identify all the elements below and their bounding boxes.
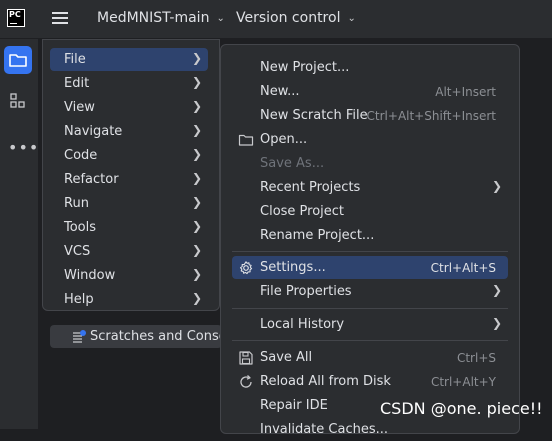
file-menu-recent-projects[interactable]: Recent Projects ❯: [232, 176, 508, 199]
file-submenu-popup: New Project... New... Alt+Insert New Scr…: [220, 44, 520, 437]
chevron-right-icon: ❯: [191, 171, 202, 185]
tool-window-bar: •••: [0, 39, 39, 429]
chevron-right-icon: ❯: [191, 291, 202, 305]
shortcut-label: Alt+Insert: [435, 85, 496, 99]
chevron-right-icon: ❯: [191, 243, 202, 257]
chevron-right-icon: ❯: [491, 283, 502, 297]
version-control-label: Version control: [236, 10, 341, 26]
chevron-right-icon: ❯: [191, 219, 202, 233]
file-menu-file-properties[interactable]: File Properties ❯: [232, 280, 508, 303]
menu-item-code[interactable]: Code ❯: [50, 144, 208, 167]
file-menu-local-history[interactable]: Local History ❯: [232, 313, 508, 336]
structure-icon: [10, 93, 25, 108]
chevron-right-icon: ❯: [191, 51, 202, 65]
project-selector[interactable]: MedMNIST-main ⌄: [97, 10, 225, 26]
chevron-down-icon: ⌄: [347, 13, 356, 24]
pycharm-logo-icon[interactable]: PC: [7, 9, 25, 27]
shortcut-label: Ctrl+S: [456, 351, 496, 365]
file-menu-save-all[interactable]: Save All Ctrl+S: [232, 346, 508, 369]
chevron-right-icon: ❯: [191, 267, 202, 281]
csdn-watermark: CSDN @one. piece!!: [380, 399, 543, 418]
menu-item-edit[interactable]: Edit ❯: [50, 72, 208, 95]
main-menu-popup: File ❯ Edit ❯ View ❯ Navigate ❯ Code ❯ Refact…: [42, 39, 220, 311]
scratches-and-consoles-item[interactable]: Scratches and Consoles: [50, 325, 245, 348]
save-icon: [239, 351, 253, 365]
menu-item-file[interactable]: File ❯: [50, 48, 208, 71]
logo-text: PC: [9, 10, 21, 19]
chevron-right-icon: ❯: [191, 123, 202, 137]
menu-separator: [232, 308, 508, 309]
file-menu-new-scratch-file[interactable]: New Scratch File Ctrl+Alt+Shift+Insert: [232, 104, 508, 127]
menu-item-tools[interactable]: Tools ❯: [50, 216, 208, 239]
reload-icon: [240, 375, 252, 388]
menu-item-refactor[interactable]: Refactor ❯: [50, 168, 208, 191]
file-menu-new-project[interactable]: New Project...: [232, 56, 508, 79]
file-menu-settings[interactable]: Settings... Ctrl+Alt+S: [232, 256, 508, 279]
more-icon[interactable]: •••: [8, 138, 39, 157]
chevron-right-icon: ❯: [191, 75, 202, 89]
menu-item-window[interactable]: Window ❯: [50, 264, 208, 287]
menu-separator: [232, 340, 508, 341]
menu-item-vcs[interactable]: VCS ❯: [50, 240, 208, 263]
folder-icon: [238, 134, 254, 146]
gear-icon: [239, 261, 253, 275]
menu-separator: [232, 251, 508, 252]
folder-icon: [9, 54, 27, 67]
shortcut-label: Ctrl+Alt+Shift+Insert: [366, 109, 496, 123]
file-menu-invalidate-caches[interactable]: Invalidate Caches...: [232, 418, 508, 441]
file-menu-open[interactable]: Open...: [232, 128, 508, 151]
file-menu-rename-project[interactable]: Rename Project...: [232, 224, 508, 247]
logo-underline: [10, 22, 17, 24]
version-control-selector[interactable]: Version control ⌄: [236, 10, 356, 26]
menu-item-help[interactable]: Help ❯: [50, 288, 208, 311]
chevron-right-icon: ❯: [491, 316, 502, 330]
title-bar: PC MedMNIST-main ⌄ Version control ⌄: [0, 0, 552, 39]
shortcut-label: Ctrl+Alt+Y: [430, 375, 496, 389]
scratches-icon: [73, 330, 86, 343]
file-menu-reload-all-from-disk[interactable]: Reload All from Disk Ctrl+Alt+Y: [232, 370, 508, 393]
chevron-right-icon: ❯: [191, 147, 202, 161]
file-menu-close-project[interactable]: Close Project: [232, 200, 508, 223]
project-tool-window-button[interactable]: [4, 46, 32, 74]
file-menu-new[interactable]: New... Alt+Insert: [232, 80, 508, 103]
menu-item-run[interactable]: Run ❯: [50, 192, 208, 215]
menu-item-view[interactable]: View ❯: [50, 96, 208, 119]
file-menu-save-as[interactable]: Save As...: [232, 152, 508, 175]
chevron-down-icon: ⌄: [216, 13, 225, 24]
structure-tool-window-button[interactable]: [4, 87, 32, 115]
project-name: MedMNIST-main: [97, 10, 210, 26]
chevron-right-icon: ❯: [191, 195, 202, 209]
chevron-right-icon: ❯: [491, 179, 502, 193]
main-menu-hamburger-icon[interactable]: [52, 11, 70, 25]
chevron-right-icon: ❯: [191, 99, 202, 113]
shortcut-label: Ctrl+Alt+S: [430, 261, 496, 275]
menu-item-navigate[interactable]: Navigate ❯: [50, 120, 208, 143]
